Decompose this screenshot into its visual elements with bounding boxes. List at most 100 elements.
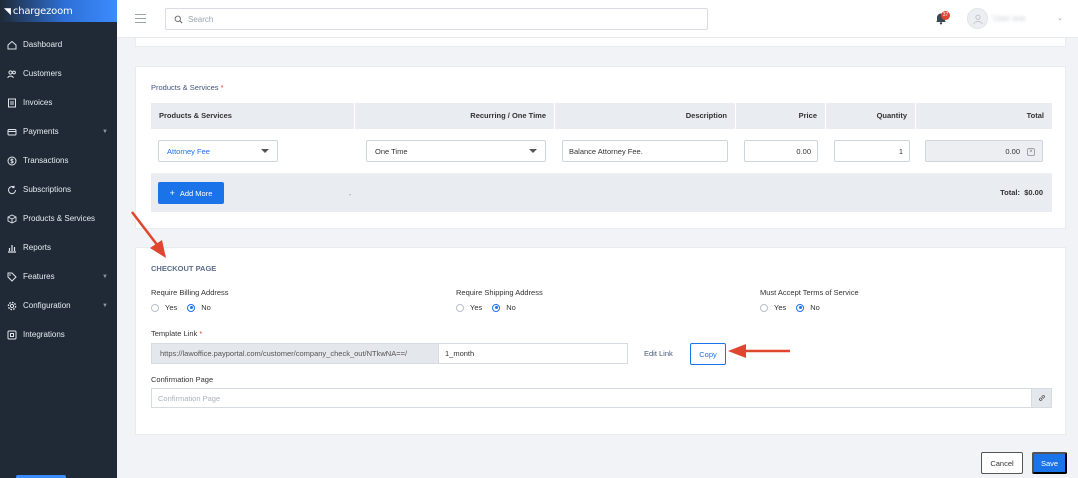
shipping-address-group: Require Shipping Address Yes No [456, 288, 543, 312]
sidebar: ◥ chargezoom Dashboard Customers Invoice… [0, 0, 117, 478]
sidebar-item-label: Products & Services [23, 214, 96, 223]
confirmation-page-label: Confirmation Page [151, 375, 214, 384]
column-header: Price [736, 103, 826, 129]
sidebar-item-label: Dashboard [23, 40, 63, 49]
terms-group: Must Accept Terms of Service Yes No [760, 288, 859, 312]
topbar: 37 User one ⌄ [117, 0, 1078, 38]
box-icon [7, 213, 17, 224]
total-input: 0.00 × [925, 140, 1043, 162]
refresh-icon [7, 185, 17, 195]
radio-label: Yes [165, 303, 178, 312]
user-icon [972, 14, 983, 24]
caret-down-icon [529, 149, 537, 153]
integration-icon [7, 330, 17, 340]
column-header: Products & Services [151, 103, 355, 129]
sidebar-item-customers[interactable]: Customers [0, 59, 117, 88]
footer-dash: - [349, 192, 352, 199]
shipping-no-radio[interactable] [492, 303, 501, 312]
sidebar-item-label: Subscriptions [23, 185, 72, 194]
radio-label: No [201, 303, 211, 312]
avatar[interactable] [967, 8, 988, 29]
invoice-icon [7, 98, 17, 108]
chevron-down-icon: ▼ [102, 302, 108, 309]
sidebar-item-payments[interactable]: Payments ▼ [0, 117, 117, 146]
shipping-radio-group: Yes No [456, 303, 543, 312]
notification-badge: 37 [941, 11, 950, 20]
caret-down-icon [261, 149, 269, 153]
template-link-input[interactable]: 1_month [438, 343, 628, 364]
copy-button[interactable]: Copy [690, 343, 726, 365]
template-link-prefix: https://lawoffice.payportal.com/customer… [151, 343, 439, 364]
sidebar-item-integrations[interactable]: Integrations [0, 320, 117, 349]
products-card: Products & Services * Products & Service… [135, 66, 1066, 229]
checkout-section-title: CHECKOUT PAGE [151, 264, 217, 273]
billing-address-label: Require Billing Address [151, 288, 229, 297]
edit-link[interactable]: Edit Link [644, 349, 673, 358]
chevron-down-icon: ▼ [102, 128, 108, 135]
checkout-card: CHECKOUT PAGE Require Billing Address Ye… [135, 247, 1066, 435]
recurring-select-value: One Time [375, 146, 408, 156]
total-label: Total: [1000, 188, 1020, 197]
radio-label: Yes [470, 303, 483, 312]
product-select[interactable]: Attorney Fee [158, 140, 278, 162]
brand-name: chargezoom [12, 5, 73, 17]
sidebar-item-features[interactable]: Features ▼ [0, 262, 117, 291]
users-icon [7, 69, 17, 79]
username[interactable]: User one [993, 14, 1025, 23]
logo-icon: ◥ [4, 5, 11, 16]
column-header: Total [1026, 111, 1044, 120]
terms-no-radio[interactable] [796, 303, 805, 312]
billing-no-radio[interactable] [187, 303, 196, 312]
terms-label: Must Accept Terms of Service [760, 288, 859, 297]
sidebar-item-subscriptions[interactable]: Subscriptions [0, 175, 117, 204]
cancel-button[interactable]: Cancel [981, 452, 1023, 474]
sidebar-item-invoices[interactable]: Invoices [0, 88, 117, 117]
previous-card-edge [135, 38, 1066, 47]
products-section-title: Products & Services * [151, 83, 224, 92]
required-marker: * [199, 329, 203, 338]
column-header: Recurring / One Time [355, 103, 555, 129]
remove-row-icon[interactable]: × [1027, 148, 1035, 156]
sidebar-item-transactions[interactable]: Transactions [0, 146, 117, 175]
column-header: Quantity [826, 103, 916, 129]
table-header: Products & Services Recurring / One Time… [151, 103, 1052, 129]
confirmation-placeholder: Confirmation Page [158, 393, 221, 403]
description-input[interactable]: Balance Attorney Fee. [562, 140, 728, 162]
terms-yes-radio[interactable] [760, 303, 768, 312]
column-header: Description [555, 103, 736, 129]
gear-icon [7, 301, 17, 311]
link-icon[interactable] [1031, 389, 1051, 407]
brand-logo[interactable]: ◥ chargezoom [0, 0, 117, 22]
billing-radio-group: Yes No [151, 303, 229, 312]
confirmation-page-input[interactable]: Confirmation Page [151, 388, 1052, 408]
sidebar-item-reports[interactable]: Reports [0, 233, 117, 262]
quantity-input[interactable]: 1 [834, 140, 910, 162]
payment-icon [7, 127, 17, 137]
products-footer: + Add More - Total: $0.00 [151, 174, 1052, 212]
sidebar-item-configuration[interactable]: Configuration ▼ [0, 291, 117, 320]
menu-toggle-icon[interactable] [135, 14, 146, 23]
search-icon [174, 15, 183, 23]
sidebar-item-dashboard[interactable]: Dashboard [0, 30, 117, 59]
bar-chart-icon [7, 243, 17, 253]
sidebar-item-products-services[interactable]: Products & Services [0, 204, 117, 233]
chevron-down-icon: ▼ [102, 273, 108, 280]
billing-address-group: Require Billing Address Yes No [151, 288, 229, 312]
billing-yes-radio[interactable] [151, 303, 159, 312]
plus-icon: + [169, 188, 175, 198]
total-value: $0.00 [1024, 188, 1043, 197]
recurring-select[interactable]: One Time [366, 140, 546, 162]
terms-radio-group: Yes No [760, 303, 859, 312]
add-more-button[interactable]: + Add More [158, 182, 224, 204]
search-box[interactable] [165, 8, 708, 30]
save-button[interactable]: Save [1032, 452, 1067, 474]
home-icon [7, 40, 17, 50]
sidebar-item-label: Transactions [23, 156, 69, 165]
radio-label: Yes [774, 303, 787, 312]
template-link-label: Template Link * [151, 329, 203, 338]
sidebar-item-label: Reports [23, 243, 52, 252]
chevron-down-icon[interactable]: ⌄ [1057, 14, 1063, 22]
search-input[interactable] [188, 14, 688, 24]
shipping-yes-radio[interactable] [456, 303, 464, 312]
price-input[interactable]: 0.00 [744, 140, 818, 162]
